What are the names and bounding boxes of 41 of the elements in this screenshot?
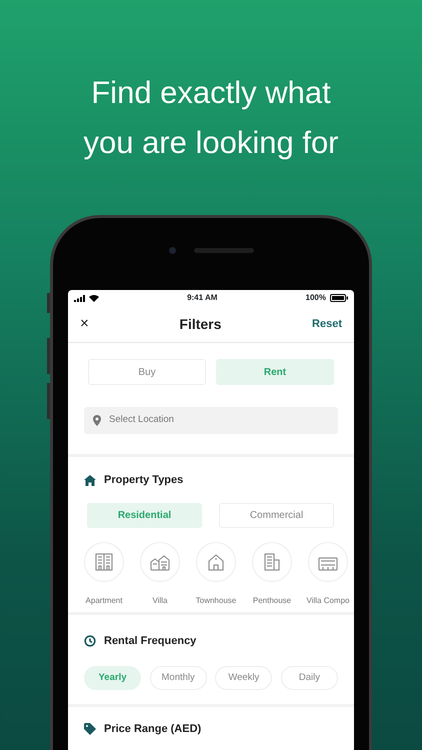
- section-title: Price Range (AED): [104, 722, 202, 737]
- category-tab[interactable]: Residential: [87, 502, 202, 528]
- location-pin-icon: [93, 415, 101, 426]
- listing-type-toggle[interactable]: Rent: [216, 359, 334, 385]
- property-type-label: Townhouse: [196, 596, 236, 606]
- location-field[interactable]: Select Location: [84, 407, 338, 434]
- property-type-label: Villa: [152, 596, 168, 606]
- property-type-option[interactable]: [252, 542, 292, 582]
- screen-title: Filters: [179, 314, 222, 334]
- listing-type-toggle[interactable]: Buy: [88, 359, 206, 385]
- camera-icon: [168, 246, 176, 254]
- battery-percent: 100%: [306, 292, 326, 304]
- frequency-chip[interactable]: Monthly: [150, 666, 207, 690]
- clock-icon: [84, 634, 96, 647]
- building-icon: [206, 552, 226, 572]
- signal-icon: [74, 294, 85, 302]
- headline: Find exactly what: [90, 74, 332, 112]
- battery-icon: [330, 294, 348, 302]
- property-type-option[interactable]: [308, 542, 348, 582]
- property-type-option[interactable]: [84, 542, 124, 582]
- speaker-grille: [194, 248, 254, 252]
- tag-icon: [84, 723, 96, 736]
- frequency-chip[interactable]: Yearly: [84, 666, 141, 690]
- headline: you are looking for: [82, 124, 340, 162]
- property-type-label: Villa Compo: [306, 596, 350, 606]
- close-button[interactable]: ×: [80, 312, 89, 336]
- reset-button[interactable]: Reset: [312, 316, 342, 332]
- frequency-chip[interactable]: Daily: [280, 666, 338, 690]
- home-icon: [84, 474, 96, 486]
- property-type-label: Apartment: [86, 596, 122, 606]
- wifi-icon: [89, 294, 99, 302]
- section-title: Property Types: [104, 473, 184, 488]
- property-type-label: Penthouse: [252, 596, 292, 606]
- building-icon: [94, 552, 114, 572]
- status-time: 9:41 AM: [187, 292, 218, 304]
- property-type-option[interactable]: [196, 542, 236, 582]
- section-title: Rental Frequency: [104, 634, 196, 648]
- building-icon: [262, 552, 282, 572]
- property-type-option[interactable]: [140, 542, 180, 582]
- frequency-chip[interactable]: Weekly: [215, 666, 272, 690]
- category-tab[interactable]: Commercial: [219, 502, 334, 528]
